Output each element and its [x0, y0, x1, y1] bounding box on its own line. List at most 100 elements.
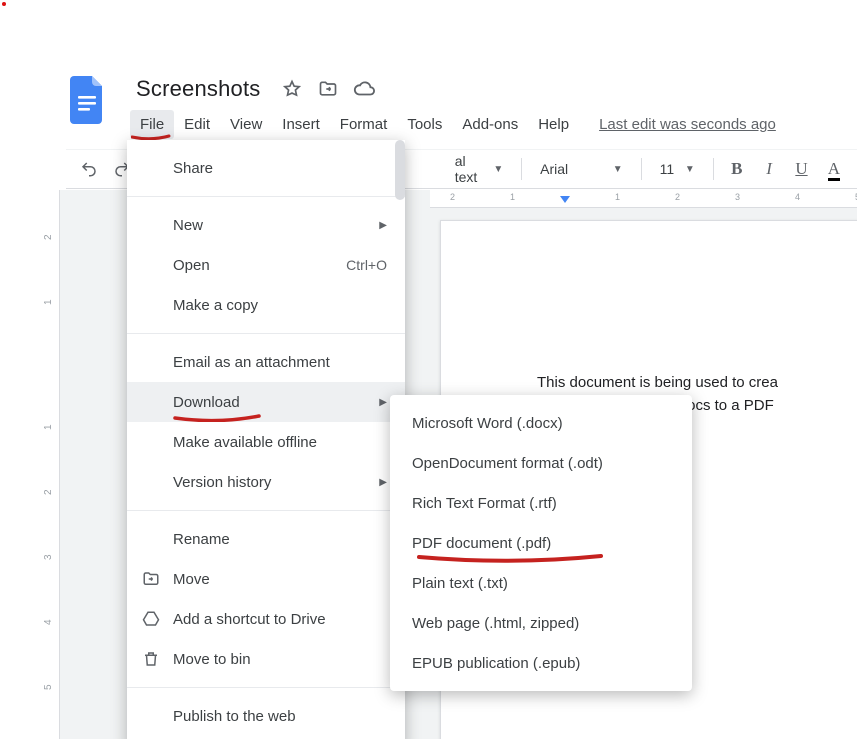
ruler-tick: 3 — [735, 192, 740, 202]
menuitem-label: Make a copy — [173, 297, 258, 314]
caret-down-icon: ▼ — [613, 164, 623, 175]
menu-view[interactable]: View — [220, 110, 272, 139]
menuitem-label: Email as an attachment — [173, 354, 330, 371]
menuitem-open[interactable]: Open Ctrl+O — [127, 245, 405, 285]
paragraph-style-label: al text — [455, 153, 486, 185]
menu-help[interactable]: Help — [528, 110, 579, 139]
menuitem-make-copy[interactable]: Make a copy — [127, 285, 405, 325]
separator — [127, 196, 405, 197]
folder-move-icon — [141, 569, 161, 589]
submenu-txt[interactable]: Plain text (.txt) — [390, 563, 692, 603]
menuitem-label: Download — [173, 394, 240, 411]
chevron-right-icon: ▶ — [379, 397, 387, 408]
menuitem-new[interactable]: New ▶ — [127, 205, 405, 245]
shortcut-label: Ctrl+O — [346, 257, 387, 273]
ruler-tick: 2 — [43, 489, 54, 495]
menuitem-label: Version history — [173, 474, 271, 491]
submenu-label: PDF document (.pdf) — [412, 535, 551, 552]
file-menu-dropdown: Share New ▶ Open Ctrl+O Make a copy Email … — [127, 140, 405, 739]
submenu-odt[interactable]: OpenDocument format (.odt) — [390, 443, 692, 483]
menuitem-label: Open — [173, 257, 210, 274]
caret-down-icon: ▼ — [685, 164, 695, 175]
menuitem-label: Make available offline — [173, 434, 317, 451]
trash-icon — [141, 649, 161, 669]
menuitem-publish[interactable]: Publish to the web — [127, 696, 405, 736]
menuitem-label: Add a shortcut to Drive — [173, 611, 326, 628]
menu-format[interactable]: Format — [330, 110, 398, 139]
ruler-tick: 1 — [43, 299, 54, 305]
submenu-pdf[interactable]: PDF document (.pdf) — [390, 523, 692, 563]
move-folder-icon[interactable] — [317, 78, 339, 100]
drive-icon — [141, 609, 161, 629]
menuitem-version-history[interactable]: Version history▶ — [127, 462, 405, 502]
document-title[interactable]: Screenshots — [130, 74, 267, 104]
ruler-tick: 1 — [510, 192, 515, 202]
submenu-label: Plain text (.txt) — [412, 575, 508, 592]
ruler-tick: 4 — [43, 619, 54, 625]
submenu-label: EPUB publication (.epub) — [412, 655, 580, 672]
submenu-html[interactable]: Web page (.html, zipped) — [390, 603, 692, 643]
menuitem-rename[interactable]: Rename — [127, 519, 405, 559]
text-color-button[interactable]: A — [821, 154, 847, 184]
menuitem-label: Rename — [173, 531, 230, 548]
annotation-dot — [2, 2, 6, 6]
ruler-tick: 3 — [43, 554, 54, 560]
caret-down-icon: ▼ — [493, 164, 503, 175]
menuitem-add-shortcut[interactable]: Add a shortcut to Drive — [127, 599, 405, 639]
separator — [127, 333, 405, 334]
submenu-epub[interactable]: EPUB publication (.epub) — [390, 643, 692, 683]
font-size-select[interactable]: 11▼ — [652, 155, 703, 183]
menuitem-label: Share — [173, 160, 213, 177]
submenu-label: OpenDocument format (.odt) — [412, 455, 603, 472]
menuitem-move[interactable]: Move — [127, 559, 405, 599]
ruler-tick: 2 — [450, 192, 455, 202]
separator — [641, 158, 642, 180]
menuitem-email[interactable]: Email as an attachment — [127, 342, 405, 382]
menuitem-offline[interactable]: Make available offline — [127, 422, 405, 462]
undo-button[interactable] — [76, 154, 102, 184]
ruler-indent-marker[interactable] — [560, 196, 570, 203]
ruler-tick: 1 — [615, 192, 620, 202]
separator — [127, 687, 405, 688]
vertical-ruler: 2 1 1 2 3 4 5 — [40, 190, 60, 739]
submenu-label: Web page (.html, zipped) — [412, 615, 579, 632]
ruler-tick: 1 — [43, 424, 54, 430]
ruler-tick: 4 — [795, 192, 800, 202]
menuitem-label: Move — [173, 571, 210, 588]
separator — [127, 510, 405, 511]
menu-addons[interactable]: Add-ons — [452, 110, 528, 139]
menuitem-download[interactable]: Download ▶ — [127, 382, 405, 422]
italic-button[interactable]: I — [756, 154, 782, 184]
menuitem-share[interactable]: Share — [127, 148, 405, 188]
body-text-line: This document is being used to crea — [537, 371, 857, 394]
star-icon[interactable] — [281, 78, 303, 100]
font-select[interactable]: Arial ▼ — [532, 155, 631, 183]
submenu-label: Rich Text Format (.rtf) — [412, 495, 557, 512]
paragraph-style-select[interactable]: al text ▼ — [447, 155, 512, 183]
menubar: File Edit View Insert Format Tools Add-o… — [130, 110, 776, 139]
font-label: Arial — [540, 161, 568, 177]
docs-logo — [70, 76, 106, 124]
menu-tools[interactable]: Tools — [397, 110, 452, 139]
text-color-glyph: A — [828, 159, 840, 179]
submenu-docx[interactable]: Microsoft Word (.docx) — [390, 403, 692, 443]
annotation-download-underline — [173, 414, 263, 422]
menuitem-trash[interactable]: Move to bin — [127, 639, 405, 679]
download-submenu: Microsoft Word (.docx) OpenDocument form… — [390, 395, 692, 691]
separator — [521, 158, 522, 180]
chevron-right-icon: ▶ — [379, 220, 387, 231]
menuitem-label: New — [173, 217, 203, 234]
menu-edit[interactable]: Edit — [174, 110, 220, 139]
separator — [713, 158, 714, 180]
horizontal-ruler: 2 1 1 2 3 4 5 — [430, 190, 857, 208]
menu-insert[interactable]: Insert — [272, 110, 330, 139]
underline-button[interactable]: U — [788, 154, 814, 184]
last-edit-link[interactable]: Last edit was seconds ago — [599, 116, 776, 133]
submenu-label: Microsoft Word (.docx) — [412, 415, 563, 432]
menuitem-label: Publish to the web — [173, 708, 296, 725]
annotation-pdf-underline — [416, 553, 606, 563]
cloud-status-icon[interactable] — [353, 78, 375, 100]
submenu-rtf[interactable]: Rich Text Format (.rtf) — [390, 483, 692, 523]
ruler-tick: 5 — [43, 684, 54, 690]
bold-button[interactable]: B — [724, 154, 750, 184]
